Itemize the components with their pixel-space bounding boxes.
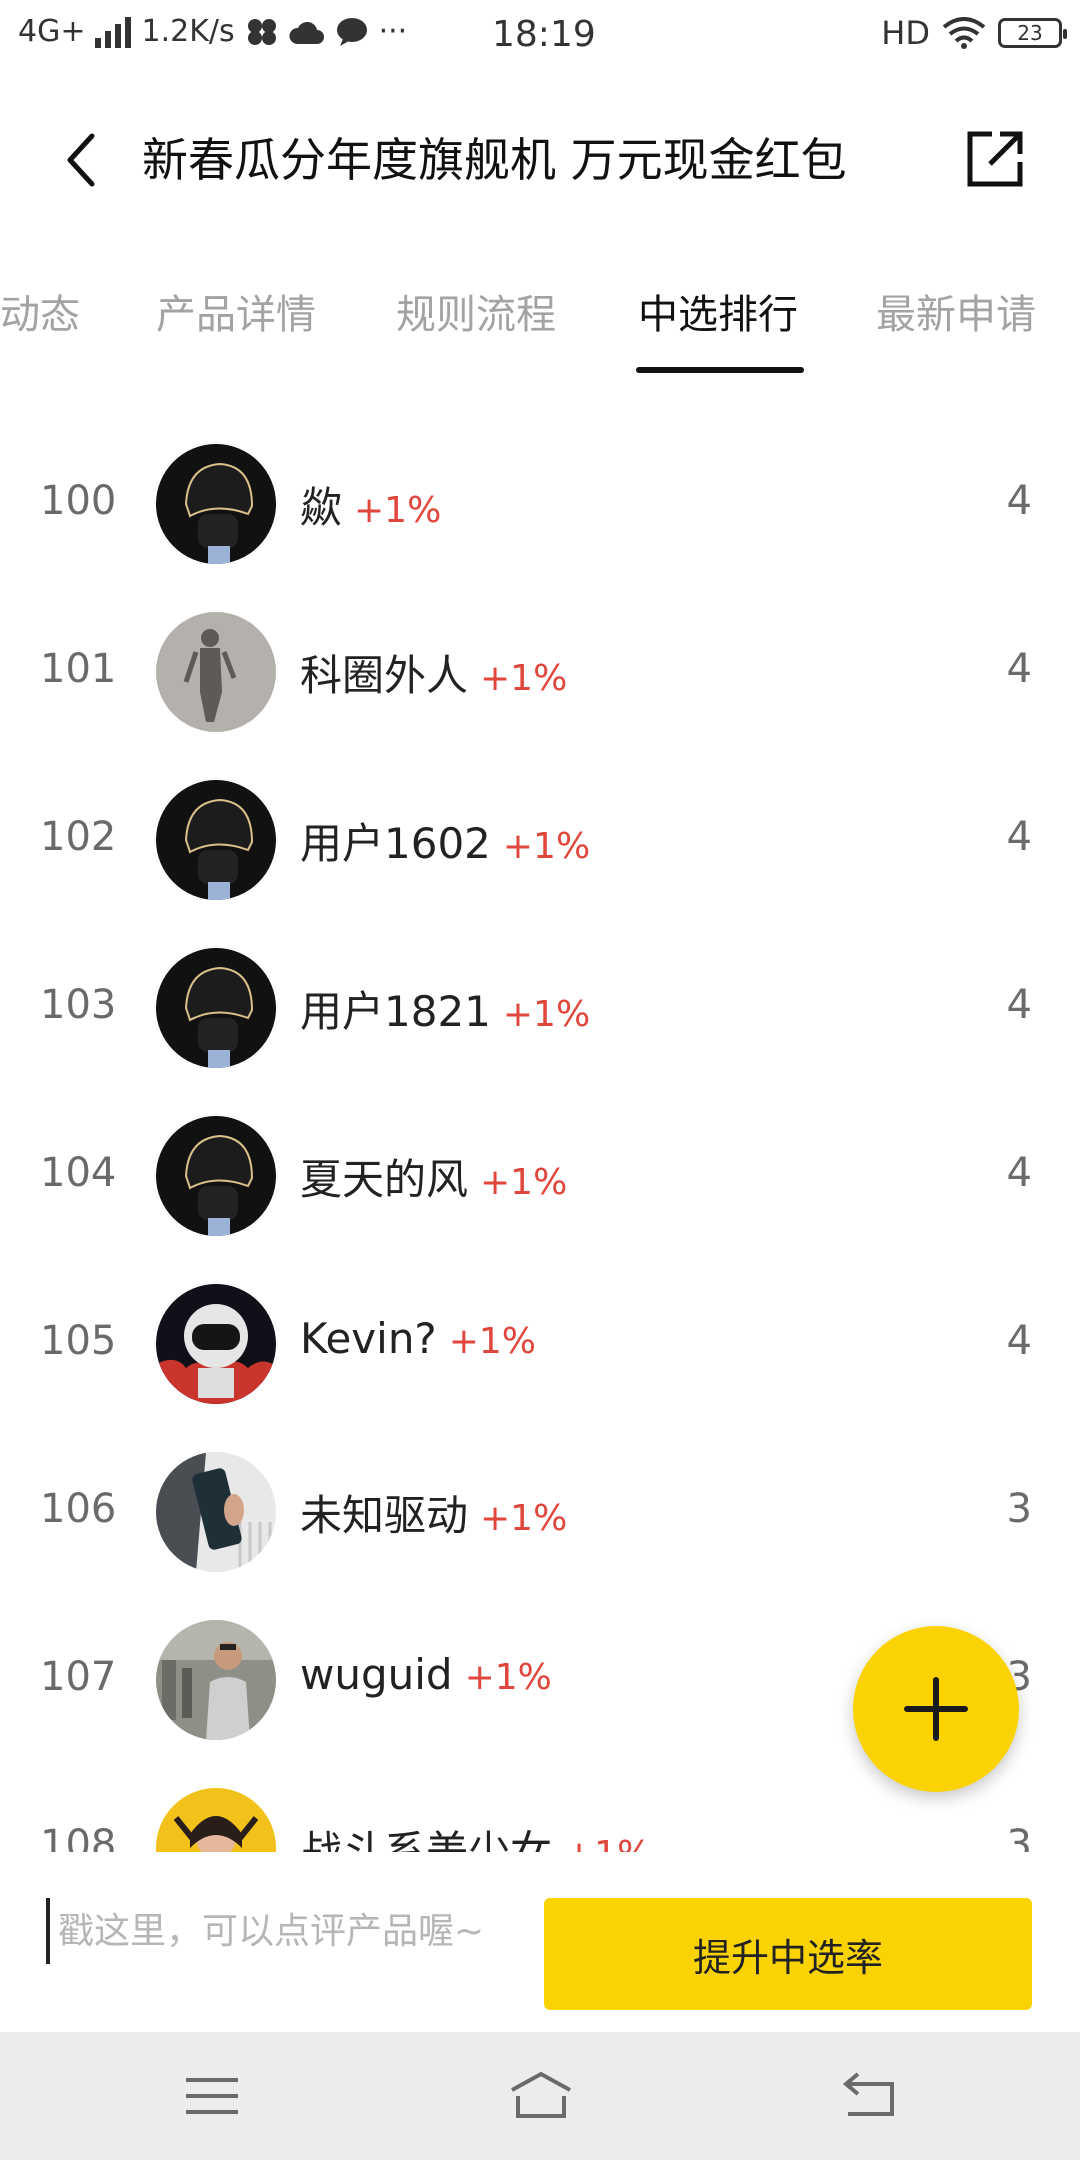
rate-increase: +1% <box>480 1498 568 1539</box>
rate-increase: +1% <box>564 1834 651 1852</box>
hd-label: HD <box>881 14 930 52</box>
avatar[interactable] <box>156 612 276 732</box>
vote-count: 4 <box>1006 814 1032 860</box>
back-nav-icon[interactable] <box>840 2068 900 2124</box>
user-name[interactable]: 夏天的风 <box>300 1146 468 1207</box>
boost-selection-rate-button[interactable]: 提升中选率 <box>544 1898 1032 2010</box>
avatar[interactable] <box>156 1452 276 1572</box>
tab-rules-flow[interactable]: 规则流程 <box>396 282 556 340</box>
rank-number: 104 <box>40 1150 117 1196</box>
status-left: 4G+ 1.2K/s ··· <box>18 14 407 49</box>
user-info: 用户1602 +1% <box>300 810 590 871</box>
user-info: 歘 +1% <box>300 474 441 535</box>
rate-increase: +1% <box>502 826 591 867</box>
ranking-row[interactable]: 102 用户1602 +1% 4 <box>0 756 1080 924</box>
bottom-action-bar: 提升中选率 <box>0 1852 1080 2032</box>
more-notifications-icon: ··· <box>378 14 408 49</box>
vote-count: 4 <box>1006 982 1032 1028</box>
back-icon[interactable] <box>58 130 106 190</box>
add-fab-button[interactable] <box>853 1626 1019 1792</box>
app-notification-icon <box>247 18 276 45</box>
rank-number: 108 <box>40 1822 117 1852</box>
avatar[interactable] <box>156 1620 276 1740</box>
avatar[interactable] <box>156 1788 276 1852</box>
status-right: HD 23 <box>881 14 1067 52</box>
ranking-row[interactable]: 103 用户1821 +1% 4 <box>0 924 1080 1092</box>
status-bar: 4G+ 1.2K/s ··· 18:19 HD 23 <box>0 0 1080 74</box>
user-info: Kevin? +1% <box>300 1314 536 1363</box>
vote-count: 4 <box>1006 646 1032 692</box>
rate-increase: +1% <box>480 658 568 699</box>
tab-selection-ranking[interactable]: 中选排行 <box>638 282 798 340</box>
rank-number: 103 <box>40 982 117 1028</box>
avatar[interactable] <box>156 780 276 900</box>
battery-icon: 23 <box>998 18 1067 48</box>
tab-latest-applications[interactable]: 最新申请 <box>876 282 1036 340</box>
user-info: 未知驱动 +1% <box>300 1482 567 1543</box>
ranking-row[interactable]: 106 未知驱动 +1% 3 <box>0 1428 1080 1596</box>
comment-input[interactable] <box>46 1898 528 1964</box>
rank-number: 100 <box>40 478 117 524</box>
ranking-row[interactable]: 104 夏天的风 +1% 4 <box>0 1092 1080 1260</box>
rate-increase: +1% <box>448 1321 537 1362</box>
vote-count: 4 <box>1006 1318 1032 1364</box>
rate-increase: +1% <box>502 994 591 1035</box>
page-title: 新春瓜分年度旗舰机 万元现金红包 <box>142 133 847 187</box>
rank-number: 106 <box>40 1486 117 1532</box>
user-name[interactable]: 用户1602 <box>300 810 491 871</box>
vote-count: 4 <box>1006 478 1032 524</box>
rate-increase: +1% <box>354 490 442 531</box>
user-name[interactable]: 用户1821 <box>300 978 491 1039</box>
rate-increase: +1% <box>480 1162 568 1203</box>
avatar[interactable] <box>156 1116 276 1236</box>
user-info: wuguid +1% <box>300 1650 552 1699</box>
user-name[interactable]: 歘 <box>300 474 342 535</box>
rank-number: 101 <box>40 646 117 692</box>
home-icon[interactable] <box>506 2068 576 2124</box>
chat-icon <box>336 17 367 46</box>
user-info: 科圈外人 +1% <box>300 642 567 703</box>
user-name[interactable]: 科圈外人 <box>300 642 468 703</box>
signal-icon <box>95 16 132 48</box>
battery-level: 23 <box>1017 21 1043 45</box>
tab-dynamics[interactable]: 动态 <box>0 282 80 340</box>
rank-number: 102 <box>40 814 117 860</box>
user-info: 战斗系美少女 +1% <box>300 1818 651 1852</box>
menu-icon[interactable] <box>182 2068 242 2124</box>
vote-count: 3 <box>1006 1822 1032 1852</box>
vote-count: 4 <box>1006 1150 1032 1196</box>
vote-count: 3 <box>1006 1486 1032 1532</box>
user-name[interactable]: 未知驱动 <box>300 1482 468 1543</box>
ranking-row[interactable]: 100 歘 +1% 4 <box>0 420 1080 588</box>
ranking-row[interactable]: 101 科圈外人 +1% 4 <box>0 588 1080 756</box>
ranking-row[interactable]: 105 Kevin? +1% 4 <box>0 1260 1080 1428</box>
network-speed: 1.2K/s <box>141 14 235 49</box>
avatar[interactable] <box>156 444 276 564</box>
network-label: 4G+ <box>18 14 86 49</box>
avatar[interactable] <box>156 948 276 1068</box>
wifi-icon <box>942 17 986 49</box>
system-navigation-bar <box>0 2032 1080 2160</box>
tab-product-details[interactable]: 产品详情 <box>156 282 316 340</box>
cloud-icon <box>289 21 324 44</box>
rank-number: 107 <box>40 1654 117 1700</box>
user-name[interactable]: wuguid <box>300 1650 453 1699</box>
rank-number: 105 <box>40 1318 117 1364</box>
user-name[interactable]: 战斗系美少女 <box>300 1818 552 1852</box>
rate-increase: +1% <box>464 1657 552 1698</box>
active-tab-indicator <box>636 367 804 373</box>
user-name[interactable]: Kevin? <box>300 1314 437 1363</box>
avatar[interactable] <box>156 1284 276 1404</box>
tab-bar: 动态 产品详情 规则流程 中选排行 最新申请 <box>0 268 1080 378</box>
user-info: 用户1821 +1% <box>300 978 590 1039</box>
share-icon[interactable] <box>964 128 1026 190</box>
user-info: 夏天的风 +1% <box>300 1146 567 1207</box>
plus-icon <box>904 1677 968 1741</box>
clock: 18:19 <box>492 14 596 55</box>
app-header: 新春瓜分年度旗舰机 万元现金红包 <box>0 100 1080 220</box>
